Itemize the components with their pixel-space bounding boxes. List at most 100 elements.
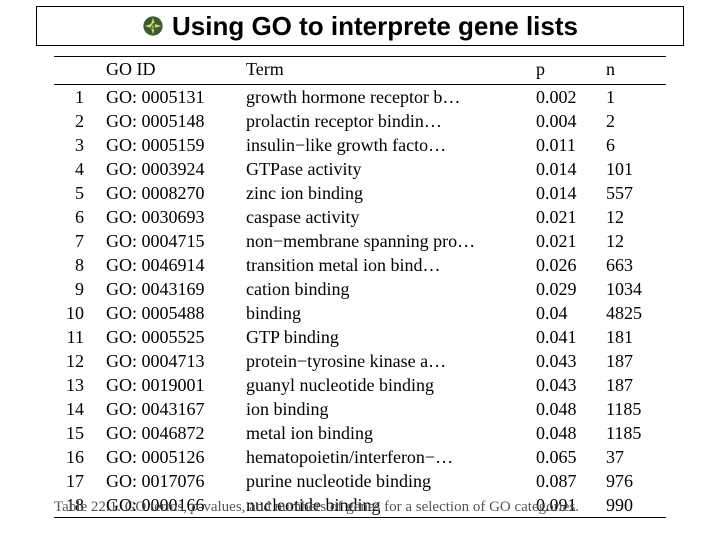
title-box: 4 Using GO to interprete gene lists bbox=[36, 6, 684, 46]
cell-term: growth hormone receptor b… bbox=[240, 85, 530, 110]
cell-p: 0.014 bbox=[530, 157, 600, 181]
table-header-row: GO ID Term p n bbox=[54, 57, 666, 85]
cell-p: 0.043 bbox=[530, 373, 600, 397]
cell-idx: 10 bbox=[54, 301, 100, 325]
cell-idx: 17 bbox=[54, 469, 100, 493]
cell-p: 0.029 bbox=[530, 277, 600, 301]
cell-n: 4825 bbox=[600, 301, 666, 325]
cell-p: 0.048 bbox=[530, 397, 600, 421]
table-row: 4GO: 0003924GTPase activity0.014101 bbox=[54, 157, 666, 181]
table-row: 3GO: 0005159insulin−like growth facto…0.… bbox=[54, 133, 666, 157]
cell-n: 187 bbox=[600, 349, 666, 373]
caption-prefix: Table 22.1. GO terms, bbox=[54, 499, 191, 515]
cell-term: ion binding bbox=[240, 397, 530, 421]
cell-p: 0.002 bbox=[530, 85, 600, 110]
cell-p: 0.087 bbox=[530, 469, 600, 493]
table-row: 7GO: 0004715non−membrane spanning pro…0.… bbox=[54, 229, 666, 253]
cell-n: 2 bbox=[600, 109, 666, 133]
cell-n: 1034 bbox=[600, 277, 666, 301]
cell-term: metal ion binding bbox=[240, 421, 530, 445]
cell-term: purine nucleotide binding bbox=[240, 469, 530, 493]
table-row: 17GO: 0017076purine nucleotide binding0.… bbox=[54, 469, 666, 493]
cell-n: 101 bbox=[600, 157, 666, 181]
cell-idx: 6 bbox=[54, 205, 100, 229]
table-row: 10GO: 0005488binding0.044825 bbox=[54, 301, 666, 325]
cell-idx: 1 bbox=[54, 85, 100, 110]
table-row: 13GO: 0019001guanyl nucleotide binding0.… bbox=[54, 373, 666, 397]
cell-term: prolactin receptor bindin… bbox=[240, 109, 530, 133]
cell-p: 0.04 bbox=[530, 301, 600, 325]
cell-goid: GO: 0005488 bbox=[100, 301, 240, 325]
page-title: Using GO to interprete gene lists bbox=[172, 13, 578, 39]
cell-n: 187 bbox=[600, 373, 666, 397]
cell-idx: 3 bbox=[54, 133, 100, 157]
cell-p: 0.004 bbox=[530, 109, 600, 133]
go-table: GO ID Term p n 1GO: 0005131growth hormon… bbox=[54, 56, 666, 518]
cell-p: 0.021 bbox=[530, 205, 600, 229]
cell-goid: GO: 0030693 bbox=[100, 205, 240, 229]
cell-goid: GO: 0046914 bbox=[100, 253, 240, 277]
table-row: 8GO: 0046914transition metal ion bind…0.… bbox=[54, 253, 666, 277]
table-row: 5GO: 0008270zinc ion binding0.014557 bbox=[54, 181, 666, 205]
cell-p: 0.011 bbox=[530, 133, 600, 157]
cell-term: zinc ion binding bbox=[240, 181, 530, 205]
cell-n: 12 bbox=[600, 205, 666, 229]
go-table-wrap: GO ID Term p n 1GO: 0005131growth hormon… bbox=[54, 56, 666, 518]
cell-n: 37 bbox=[600, 445, 666, 469]
cell-p: 0.014 bbox=[530, 181, 600, 205]
cell-goid: GO: 0005159 bbox=[100, 133, 240, 157]
cell-idx: 4 bbox=[54, 157, 100, 181]
cell-idx: 2 bbox=[54, 109, 100, 133]
cell-term: GTPase activity bbox=[240, 157, 530, 181]
table-row: 14GO: 0043167ion binding0.0481185 bbox=[54, 397, 666, 421]
table-row: 9GO: 0043169cation binding0.0291034 bbox=[54, 277, 666, 301]
cell-idx: 11 bbox=[54, 325, 100, 349]
cell-goid: GO: 0004713 bbox=[100, 349, 240, 373]
cell-goid: GO: 0008270 bbox=[100, 181, 240, 205]
cell-idx: 8 bbox=[54, 253, 100, 277]
cell-n: 1 bbox=[600, 85, 666, 110]
table-row: 1GO: 0005131growth hormone receptor b…0.… bbox=[54, 85, 666, 110]
cell-n: 6 bbox=[600, 133, 666, 157]
sun-4-icon: 4 bbox=[142, 15, 164, 37]
cell-n: 1185 bbox=[600, 421, 666, 445]
cell-goid: GO: 0004715 bbox=[100, 229, 240, 253]
cell-term: protein−tyrosine kinase a… bbox=[240, 349, 530, 373]
table-row: 12GO: 0004713protein−tyrosine kinase a…0… bbox=[54, 349, 666, 373]
cell-goid: GO: 0005525 bbox=[100, 325, 240, 349]
table-row: 16GO: 0005126hematopoietin/interferon−…0… bbox=[54, 445, 666, 469]
table-row: 11GO: 0005525GTP binding0.041181 bbox=[54, 325, 666, 349]
cell-p: 0.041 bbox=[530, 325, 600, 349]
cell-term: insulin−like growth facto… bbox=[240, 133, 530, 157]
cell-goid: GO: 0005148 bbox=[100, 109, 240, 133]
cell-idx: 13 bbox=[54, 373, 100, 397]
cell-goid: GO: 0046872 bbox=[100, 421, 240, 445]
col-p: p bbox=[530, 57, 600, 85]
cell-idx: 7 bbox=[54, 229, 100, 253]
cell-term: cation binding bbox=[240, 277, 530, 301]
cell-idx: 15 bbox=[54, 421, 100, 445]
cell-idx: 16 bbox=[54, 445, 100, 469]
cell-goid: GO: 0005126 bbox=[100, 445, 240, 469]
cell-term: GTP binding bbox=[240, 325, 530, 349]
cell-idx: 12 bbox=[54, 349, 100, 373]
cell-n: 663 bbox=[600, 253, 666, 277]
slide: 4 Using GO to interprete gene lists GO I… bbox=[0, 0, 720, 540]
cell-p: 0.021 bbox=[530, 229, 600, 253]
cell-goid: GO: 0017076 bbox=[100, 469, 240, 493]
table-row: 6GO: 0030693caspase activity0.02112 bbox=[54, 205, 666, 229]
cell-term: caspase activity bbox=[240, 205, 530, 229]
cell-n: 976 bbox=[600, 469, 666, 493]
cell-goid: GO: 0043167 bbox=[100, 397, 240, 421]
cell-term: non−membrane spanning pro… bbox=[240, 229, 530, 253]
cell-n: 557 bbox=[600, 181, 666, 205]
cell-term: binding bbox=[240, 301, 530, 325]
cell-term: hematopoietin/interferon−… bbox=[240, 445, 530, 469]
cell-term: transition metal ion bind… bbox=[240, 253, 530, 277]
cell-goid: GO: 0005131 bbox=[100, 85, 240, 110]
table-row: 2GO: 0005148prolactin receptor bindin…0.… bbox=[54, 109, 666, 133]
cell-goid: GO: 0003924 bbox=[100, 157, 240, 181]
cell-idx: 9 bbox=[54, 277, 100, 301]
cell-n: 181 bbox=[600, 325, 666, 349]
cell-p: 0.048 bbox=[530, 421, 600, 445]
